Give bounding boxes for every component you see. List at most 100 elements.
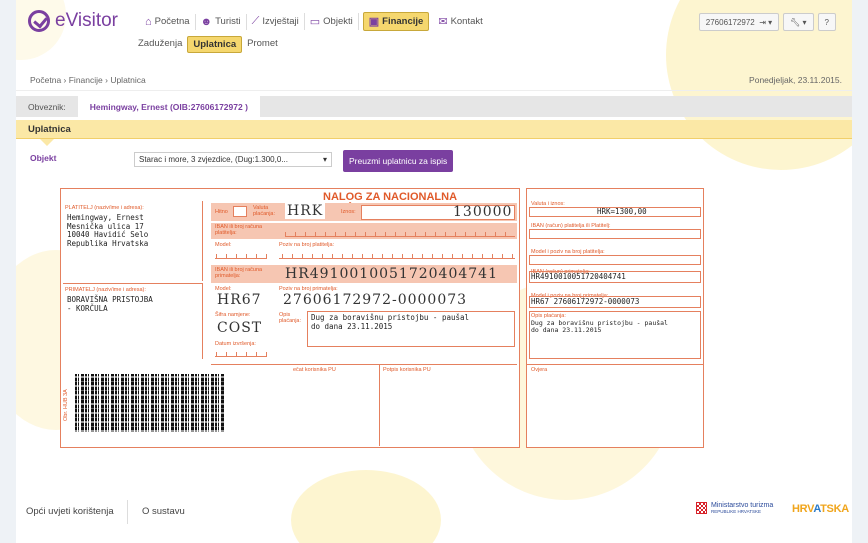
nav-izvjestaji[interactable]: ⟋ Izvještaji [247,13,305,30]
obveznik-bar: Obveznik: Hemingway, Ernest (OIB:2760617… [16,96,852,117]
nav-objekti[interactable]: ▭ Objekti [305,13,359,30]
currency-code: HRK [285,203,326,219]
nav-label: Izvještaji [262,16,299,27]
user-menu-button[interactable]: 27606172972 ⇥ ▾ [698,13,780,31]
tools-menu-button[interactable]: 🔧︎ ▾ [783,13,814,31]
potpis-label: Potpis korisnika PU [383,367,431,373]
slip-receipt: Valuta i iznos: HRK=1300,00 IBAN (račun)… [526,188,704,448]
form-code: Obr. HUB 3A [63,389,69,421]
r-ovjera-label: Ovjera [531,367,548,373]
user-id: 27606172972 [705,17,755,27]
wrench-icon: 🔧︎ [790,17,801,27]
subnav-promet[interactable]: Promet [242,36,283,53]
datum-field [215,349,267,357]
nav-label: Turisti [215,16,241,27]
hitno-label: Hitno [215,209,228,215]
divider [16,90,852,91]
breadcrumb: Početna › Financije › Uplatnica [30,75,146,85]
iban-payer-label: IBAN ili broj računa platitelja: [215,224,263,237]
barcode-image [75,374,225,432]
logo-text: eVisitor [55,10,119,31]
poziv-payer-label: Poziv na broj platitelja: [279,242,335,248]
users-icon: ☻ [200,15,213,28]
iznos-label: Iznos: [341,209,356,215]
ministry-text: Ministarstvo turizma REPUBLIKE HRVATSKE [711,502,773,515]
objekt-label: Objekt [30,153,57,163]
download-slip-button[interactable]: Preuzmi uplatnicu za ispis [343,150,454,172]
iban-rec-label: IBAN ili broj računa primatelja: [215,267,263,280]
subnav-zaduzenja[interactable]: Zaduženja [133,36,187,53]
opis-label: Opis plaćanja: [279,312,302,325]
nav-label: Početna [154,16,190,27]
nav-turisti[interactable]: ☻ Turisti [196,13,247,30]
sifra-label: Šifra namjene: [215,312,251,318]
nav-kontakt[interactable]: ✉ Kontakt [433,13,487,30]
recipient-box [63,283,203,359]
hrv-tail: TSKA [820,503,849,515]
r-opis-value: Dug za boravišnu pristojbu - paušal do d… [531,319,668,335]
signature-divider [379,364,380,446]
poziv-rec-value: 27606172972-0000073 [283,292,468,308]
mail-icon: ✉ [438,16,448,28]
subnav-uplatnica[interactable]: Uplatnica [187,36,243,53]
iban-payer-field [285,229,515,237]
croatia-coat-icon [696,502,707,515]
amount-value: 130000 [453,204,513,220]
help-button[interactable]: ? [817,13,836,31]
datum-label: Datum izvršenja: [215,341,256,347]
logout-icon: ⇥ [759,17,766,27]
section-title: Uplatnica [16,120,852,139]
r-model-payer-box [529,255,701,265]
money-icon: ▣ [368,16,380,28]
hrv-part: HRV [792,503,814,515]
poziv-payer-field [279,251,515,259]
ministry-sub: REPUBLIKE HRVATSKE [711,508,762,514]
check-logo-icon [28,10,50,32]
top-right-controls: 27606172972 ⇥ ▾ 🔧︎ ▾ ? [698,13,836,31]
footer: Opći uvjeti korištenja O sustavu Minista… [16,490,852,530]
footer-divider [127,500,128,524]
terms-link[interactable]: Opći uvjeti korištenja [26,506,114,517]
objekt-select[interactable]: Starac i more, 3 zvjezdice, (Dug:1.300,0… [134,152,332,167]
hrvatska-logo[interactable]: HRVATSKA [792,503,849,515]
sub-nav: Zaduženja Uplatnica Promet [133,36,283,53]
nav-financije[interactable]: ▣ Financije [362,12,430,31]
main-nav: ⌂ Početna ☻ Turisti ⟋ Izvještaji ▭ Objekti ▣… [140,12,488,31]
nav-pocetna[interactable]: ⌂ Početna [140,13,196,30]
ministry-logo[interactable]: Ministarstvo turizma REPUBLIKE HRVATSKE [696,502,773,515]
current-date: Ponedjeljak, 23.11.2015. [749,75,842,85]
chart-icon: ⟋ [251,15,260,27]
nav-label: Objekti [323,16,353,27]
chevron-down-icon: ▾ [768,17,773,27]
r-valuta-value: HRK=1300,00 [597,207,647,216]
model-payer-field [215,251,267,259]
about-link[interactable]: O sustavu [142,506,185,517]
help-icon: ? [824,17,829,27]
opis-value: Dug za boravišnu pristojbu - paušal do d… [311,313,470,331]
r-divider [527,364,703,365]
signature-area [211,364,517,446]
nav-label: Kontakt [450,16,483,27]
objekt-selected: Starac i more, 3 zvjezdice, (Dug:1.300,0… [139,155,288,164]
payer-box [63,201,203,281]
pecat-label: ečat korisnika PU [293,367,336,373]
payment-slip: NALOG ZA NACIONALNA PLAĆANJA PLATITELJ (… [60,188,732,448]
bed-icon: ▭ [309,16,321,28]
chevron-down-icon: ▾ [802,17,807,27]
iban-rec-value: HR4910010051720404741 [285,266,498,282]
obveznik-label: Obveznik: [28,101,66,112]
evisitor-logo[interactable]: eVisitor [28,10,118,32]
sifra-value: COST [217,320,263,336]
valuta-label: Valuta plaćanja: [253,205,276,218]
obveznik-value: Hemingway, Ernest (OIB:27606172972 ) [77,96,260,117]
r-model-value: HR67 27606172972-0000073 [531,297,640,306]
r-iban-payer-box [529,229,701,239]
home-icon: ⌂ [145,15,152,28]
model-rec-value: HR67 [217,292,262,308]
section-arrow [40,139,54,146]
slip-form: NALOG ZA NACIONALNA PLAĆANJA PLATITELJ (… [60,188,520,448]
chevron-down-icon: ▾ [322,155,327,164]
page: eVisitor ⌂ Početna ☻ Turisti ⟋ Izvještaji ▭… [16,0,852,543]
r-iban-value: HR4910010051720404741 [531,272,626,281]
hitno-checkbox [233,206,247,217]
